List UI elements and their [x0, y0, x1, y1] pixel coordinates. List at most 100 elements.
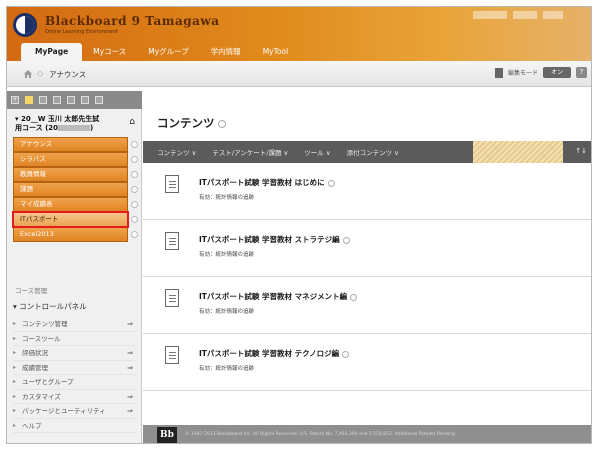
edit-mode-label: 編集モード — [507, 70, 538, 77]
options-icon[interactable] — [131, 141, 138, 148]
page-title: コンテンツ — [157, 115, 226, 131]
breadcrumb-current: アナウンス — [49, 70, 87, 79]
header-link[interactable] — [543, 11, 563, 19]
document-icon — [162, 175, 179, 199]
document-icon — [162, 289, 179, 313]
content-item-title[interactable]: ITパスポート試験 学習教材 テクノロジ編 — [199, 348, 350, 359]
content-item-title[interactable]: ITパスポート試験 学習教材 ストラテジ編 — [199, 234, 350, 245]
bookmark-icon[interactable] — [494, 67, 503, 78]
brand-subtitle: Online Learning Environment — [45, 29, 118, 35]
options-icon[interactable] — [131, 201, 138, 208]
copyright-text: © 1997-2013 Blackboard Inc. All Rights R… — [185, 432, 457, 437]
document-icon — [162, 346, 179, 370]
content-item-title[interactable]: ITパスポート試験 学習教材 はじめに — [199, 177, 335, 188]
expand-icon: ▸ — [13, 407, 17, 414]
list-view-icon[interactable] — [39, 96, 47, 104]
brand: Blackboard 9 Tamagawa Online Learning En… — [45, 14, 220, 38]
panel-item-content-collection[interactable]: ▸ コンテンツ管理 ⇒ — [13, 317, 137, 332]
app-frame: Blackboard 9 Tamagawa Online Learning En… — [6, 6, 592, 444]
panel-item-customization[interactable]: ▸ カスタマイズ ⇒ — [13, 390, 137, 404]
arrow-right-icon: ⇒ — [127, 320, 133, 328]
expand-icon: ▸ — [13, 334, 17, 342]
expand-icon: ▸ — [13, 320, 17, 327]
tab-mycourse[interactable]: Myコース — [82, 43, 137, 61]
options-icon[interactable] — [131, 156, 138, 163]
content-list: ITパスポート試験 学習教材 はじめに 有効：統計情報の追跡 ITパスポート試験… — [143, 163, 591, 391]
sort-icon[interactable] — [95, 96, 103, 104]
menu-item-excel2013[interactable]: Excel2013 — [13, 227, 138, 242]
tab-mypage[interactable]: MyPage — [21, 43, 83, 61]
expand-icon: ▸ — [13, 349, 17, 356]
menu-item-my-grades[interactable]: マイ成績表 — [13, 197, 138, 212]
expand-icon: ▸ — [13, 421, 17, 429]
options-icon[interactable] — [131, 231, 138, 238]
panel-item-help[interactable]: ▸ ヘルプ — [13, 419, 137, 433]
assessments-menu[interactable]: テスト/アンケート/課題 ∨ — [212, 147, 288, 157]
university-logo-icon — [13, 13, 37, 37]
reorder-icon[interactable]: ↑↓ — [575, 147, 587, 155]
build-content-menu[interactable]: コンテンツ ∨ — [157, 147, 196, 157]
breadcrumb-separator-icon: ◇ — [37, 69, 44, 78]
course-menu-items: アナウンス シラバス 教員情報 課題 マイ成績表 ITパスポート Excel20… — [12, 137, 138, 242]
options-icon[interactable] — [131, 171, 138, 178]
header-link[interactable] — [473, 11, 507, 19]
menu-item-syllabus[interactable]: シラバス — [13, 152, 138, 167]
list-item: ITパスポート試験 学習教材 ストラテジ編 有効：統計情報の追跡 — [143, 220, 591, 277]
list-item: ITパスポート試験 学習教材 テクノロジ編 有効：統計情報の追跡 — [143, 334, 591, 391]
folder-view-icon[interactable] — [53, 96, 61, 104]
brand-title: Blackboard 9 Tamagawa — [45, 14, 220, 28]
tab-mytool[interactable]: MyTool — [252, 43, 299, 61]
help-button[interactable]: ? — [576, 67, 587, 78]
panel-item-users-groups[interactable]: ▸ ユーザとグループ — [13, 375, 137, 390]
title-options-icon[interactable] — [217, 119, 226, 128]
item-options-icon[interactable] — [342, 350, 350, 358]
tools-menu[interactable]: ツール ∨ — [304, 147, 330, 157]
course-home-icon[interactable]: ⌂ — [129, 117, 135, 127]
edit-mode-toggle[interactable]: オン — [543, 67, 571, 78]
item-options-icon[interactable] — [342, 236, 350, 244]
arrow-right-icon: ⇒ — [127, 349, 133, 357]
arrow-right-icon: ⇒ — [127, 392, 133, 401]
expand-icon: ▸ — [13, 378, 17, 385]
header-link[interactable] — [513, 11, 537, 19]
header: Blackboard 9 Tamagawa Online Learning En… — [7, 7, 591, 61]
header-links[interactable] — [473, 11, 563, 19]
menu-item-assignments[interactable]: 課題 — [13, 182, 138, 197]
item-options-icon[interactable] — [327, 179, 335, 187]
tab-campus-info[interactable]: 学内情報 — [200, 43, 252, 61]
content-item-status: 有効：統計情報の追跡 — [199, 309, 255, 315]
window-icon[interactable] — [67, 96, 75, 104]
panel-item-grade-center[interactable]: ▸ 成績管理 ⇒ — [13, 361, 137, 375]
menu-item-instructor-info[interactable]: 教員情報 — [13, 167, 138, 182]
arrow-right-icon: ⇒ — [127, 363, 133, 372]
control-panel-title[interactable]: ▾ コントロールパネル — [13, 301, 87, 312]
highlight-icon[interactable] — [25, 96, 33, 104]
options-icon[interactable] — [131, 186, 138, 193]
panel-item-packages-utilities[interactable]: ▸ パッケージとユーティリティ ⇒ — [13, 404, 137, 419]
action-bar: コンテンツ ∨ テスト/アンケート/課題 ∨ ツール ∨ 添付コンテンツ ∨ ↑… — [143, 141, 591, 163]
menu-item-announcements[interactable]: アナウンス — [13, 137, 138, 152]
top-tabs: MyPage Myコース Myグループ 学内情報 MyTool — [21, 43, 299, 61]
panel-item-course-tools[interactable]: ▸ コースツール — [13, 332, 137, 346]
content-item-status: 有効：統計情報の追跡 — [199, 366, 255, 372]
menu-item-it-passport[interactable]: ITパスポート — [12, 211, 138, 228]
course-management-label: コース管理 — [15, 287, 48, 295]
tab-mygroup[interactable]: Myグループ — [137, 43, 199, 61]
panel-item-evaluation[interactable]: ▸ 評価状況 ⇒ — [13, 346, 137, 361]
item-options-icon[interactable] — [350, 293, 358, 301]
list-item: ITパスポート試験 学習教材 はじめに 有効：統計情報の追跡 — [143, 163, 591, 220]
add-menu-item-icon[interactable]: + — [11, 96, 19, 104]
course-menu-toolbar: + — [7, 91, 142, 109]
expand-icon: ▸ — [13, 392, 17, 400]
document-icon — [162, 232, 179, 256]
breadcrumb: ◇ アナウンス 編集モード オン ? — [7, 61, 591, 87]
course-title[interactable]: ▾ 20__W 玉川 太郎先生試 用コース (20) — [15, 115, 135, 133]
partner-content-menu[interactable]: 添付コンテンツ ∨ — [347, 147, 399, 157]
course-menu: + ▾ 20__W 玉川 太郎先生試 用コース (20) ⌂ アナウンス シラバ… — [7, 91, 142, 443]
refresh-icon[interactable] — [81, 96, 89, 104]
options-icon[interactable] — [131, 216, 138, 223]
arrow-right-icon: ⇒ — [127, 407, 133, 415]
home-icon[interactable] — [23, 69, 33, 79]
content-item-status: 有効：統計情報の追跡 — [199, 252, 255, 258]
content-item-title[interactable]: ITパスポート試験 学習教材 マネジメント編 — [199, 291, 358, 302]
